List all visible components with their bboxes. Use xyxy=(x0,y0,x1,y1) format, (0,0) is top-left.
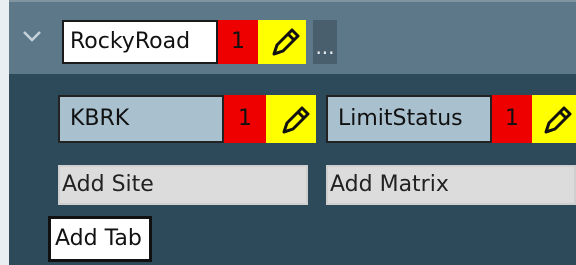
site-item-kbrk[interactable]: KBRK xyxy=(58,95,224,143)
site-count-badge: 1 xyxy=(224,95,266,143)
left-strip xyxy=(0,0,9,265)
add-matrix-input[interactable]: Add Matrix xyxy=(326,165,576,205)
more-options-button[interactable]: ... xyxy=(313,20,337,64)
add-site-input[interactable]: Add Site xyxy=(58,165,308,205)
tab-edit-button[interactable] xyxy=(258,20,306,64)
matrix-edit-button[interactable] xyxy=(532,95,576,143)
matrix-item-limitstatus[interactable]: LimitStatus xyxy=(326,95,492,143)
matrix-count-badge: 1 xyxy=(492,95,532,143)
chevron-down-icon[interactable] xyxy=(22,28,42,44)
site-edit-button[interactable] xyxy=(266,95,316,143)
pencil-icon xyxy=(544,106,572,134)
pencil-icon xyxy=(282,106,310,134)
add-tab-button[interactable]: Add Tab xyxy=(48,216,152,262)
tab-name-input[interactable]: RockyRoad xyxy=(62,20,218,64)
pencil-icon xyxy=(272,28,300,56)
tab-count-badge: 1 xyxy=(218,20,258,64)
